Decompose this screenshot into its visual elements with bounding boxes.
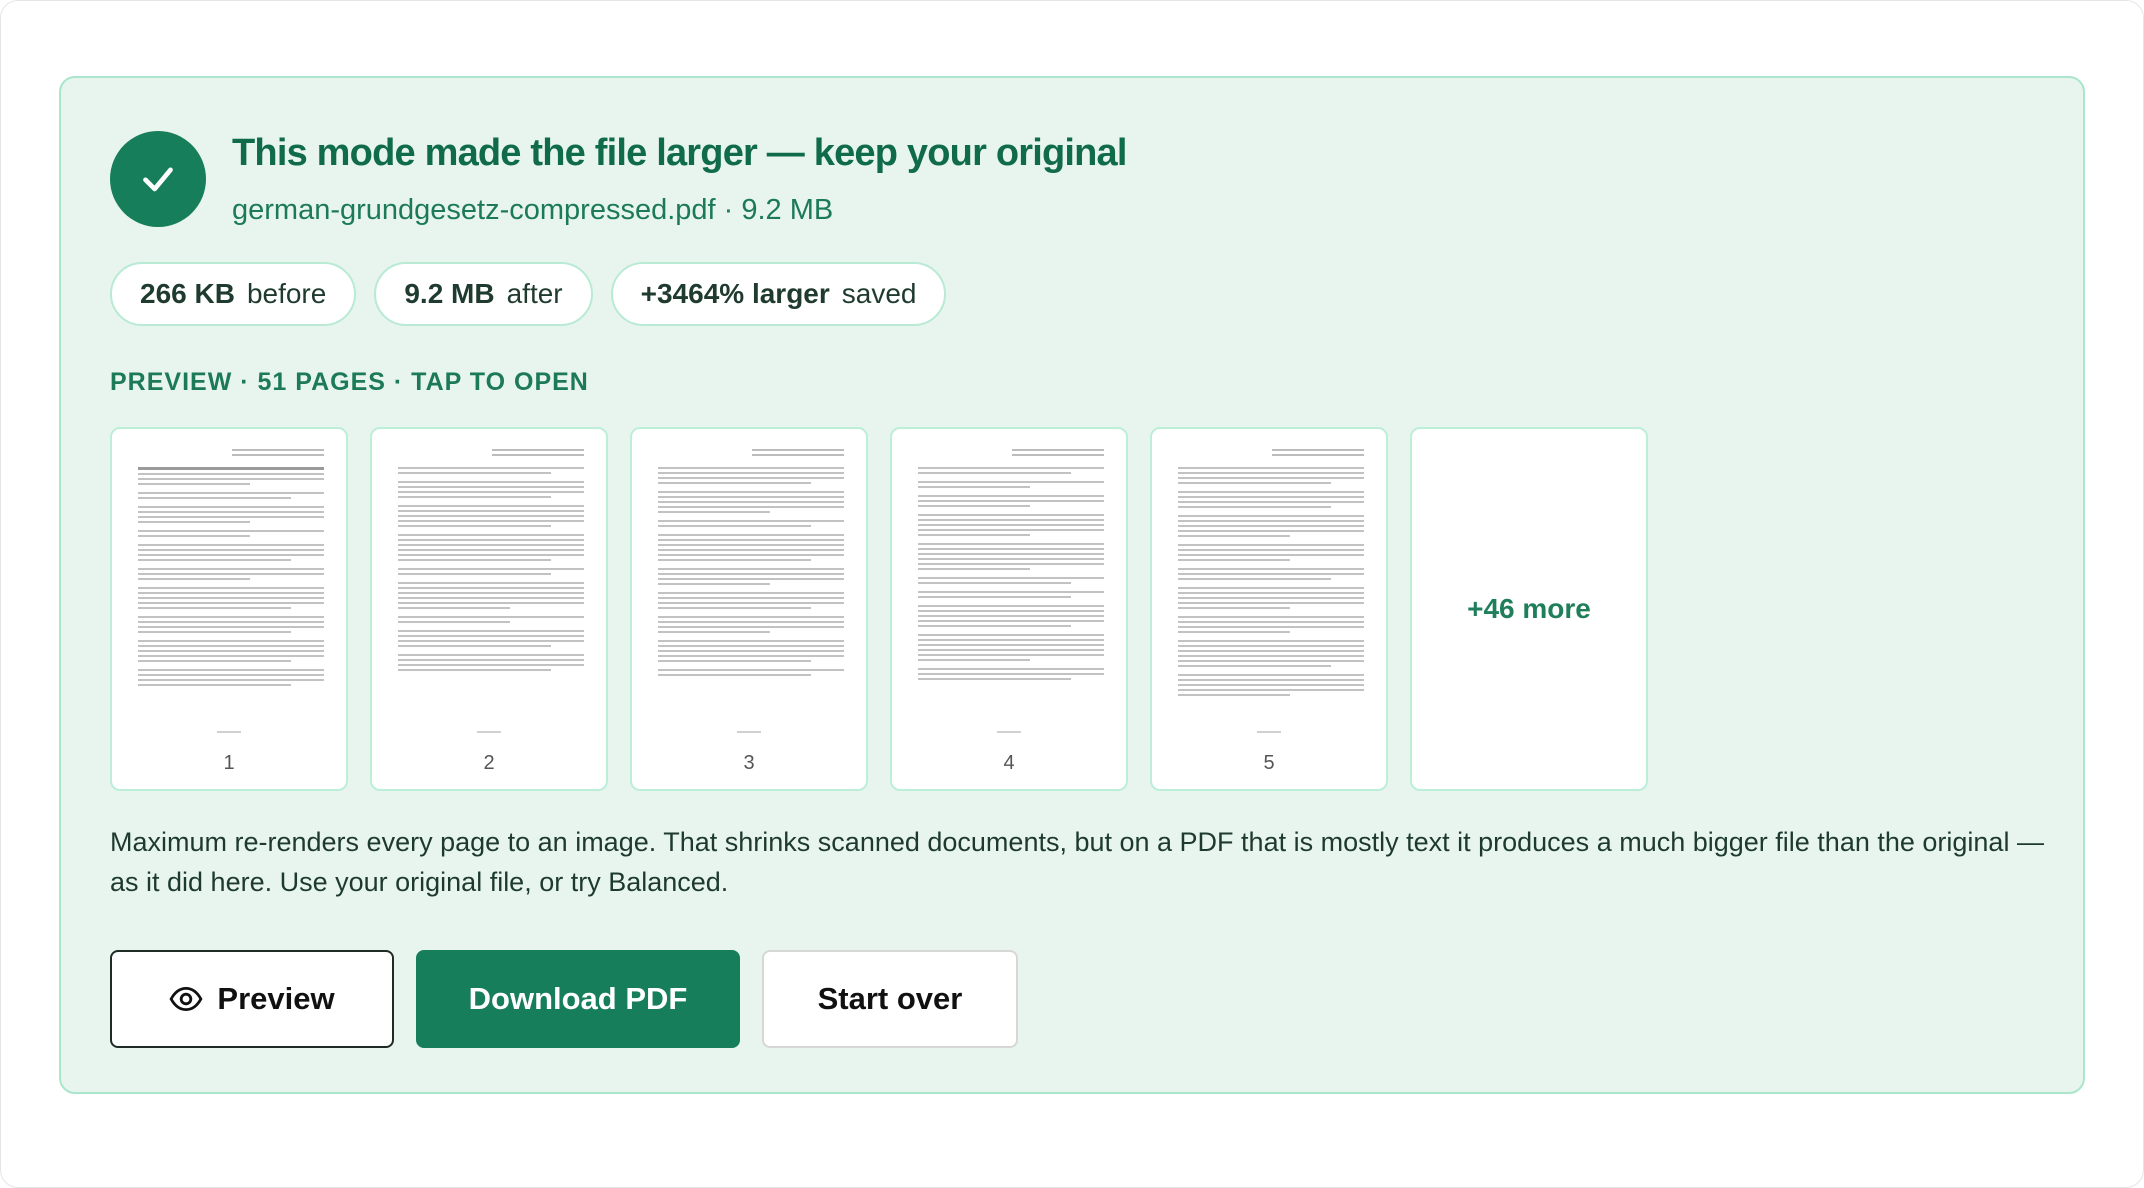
stat-before-label: before bbox=[246, 278, 327, 309]
stat-before-value: 266 KB bbox=[140, 278, 235, 309]
page-footer-mark bbox=[217, 731, 241, 733]
page-preview-image bbox=[658, 449, 844, 735]
page-thumbnails: 1 2 3 4 5 +46 more bbox=[110, 427, 1648, 791]
page-preview-image bbox=[398, 449, 584, 735]
page-number: 2 bbox=[483, 752, 495, 774]
page-footer-mark bbox=[477, 731, 501, 733]
start-over-button[interactable]: Start over bbox=[762, 950, 1018, 1048]
page-footer-mark bbox=[1257, 731, 1281, 733]
check-icon bbox=[143, 167, 173, 192]
file-name-size: german-grundgesetz-compressed.pdf · 9.2 … bbox=[232, 194, 834, 226]
tool-card: This mode made the file larger — keep yo… bbox=[0, 0, 2144, 1188]
page-number: 5 bbox=[1263, 752, 1275, 774]
eye-icon bbox=[169, 986, 203, 1012]
start-over-label: Start over bbox=[817, 981, 963, 1016]
page-thumbnail[interactable]: 3 bbox=[630, 427, 868, 791]
page-preview-image bbox=[918, 449, 1104, 735]
page-preview-image bbox=[138, 449, 324, 735]
stat-change-label: saved bbox=[841, 278, 917, 309]
download-pdf-button[interactable]: Download PDF bbox=[416, 950, 740, 1048]
preview-button[interactable]: Preview bbox=[110, 950, 394, 1048]
page-thumbnail[interactable]: 1 bbox=[110, 427, 348, 791]
action-buttons: Preview Download PDF Start over bbox=[110, 950, 1018, 1048]
stat-after: 9.2 MB after bbox=[374, 262, 593, 326]
page-number: 3 bbox=[743, 752, 755, 774]
success-badge bbox=[110, 131, 206, 227]
stat-before: 266 KB before bbox=[110, 262, 357, 326]
preview-button-label: Preview bbox=[217, 981, 335, 1016]
more-pages-tile[interactable]: +46 more bbox=[1410, 427, 1648, 791]
page-footer-mark bbox=[737, 731, 761, 733]
page-thumbnail[interactable]: 5 bbox=[1150, 427, 1388, 791]
page-thumbnail[interactable]: 4 bbox=[890, 427, 1128, 791]
mode-explanation: Maximum re-renders every page to an imag… bbox=[110, 827, 2044, 897]
result-headline: This mode made the file larger — keep yo… bbox=[232, 132, 1127, 174]
page-preview-image bbox=[1178, 449, 1364, 735]
page-number: 4 bbox=[1003, 752, 1015, 774]
stats-row: 266 KB before 9.2 MB after +3464% larger… bbox=[110, 262, 947, 326]
stat-change: +3464% larger saved bbox=[610, 262, 947, 326]
page-thumbnail[interactable]: 2 bbox=[370, 427, 608, 791]
page-footer-mark bbox=[997, 731, 1021, 733]
stat-after-value: 9.2 MB bbox=[404, 278, 495, 309]
stat-after-label: after bbox=[506, 278, 563, 309]
download-button-label: Download PDF bbox=[468, 981, 688, 1016]
result-panel: This mode made the file larger — keep yo… bbox=[59, 76, 2085, 1094]
page-number: 1 bbox=[223, 752, 235, 774]
stat-change-value: +3464% larger bbox=[640, 278, 830, 309]
preview-heading: PREVIEW · 51 PAGES · TAP TO OPEN bbox=[110, 368, 589, 396]
